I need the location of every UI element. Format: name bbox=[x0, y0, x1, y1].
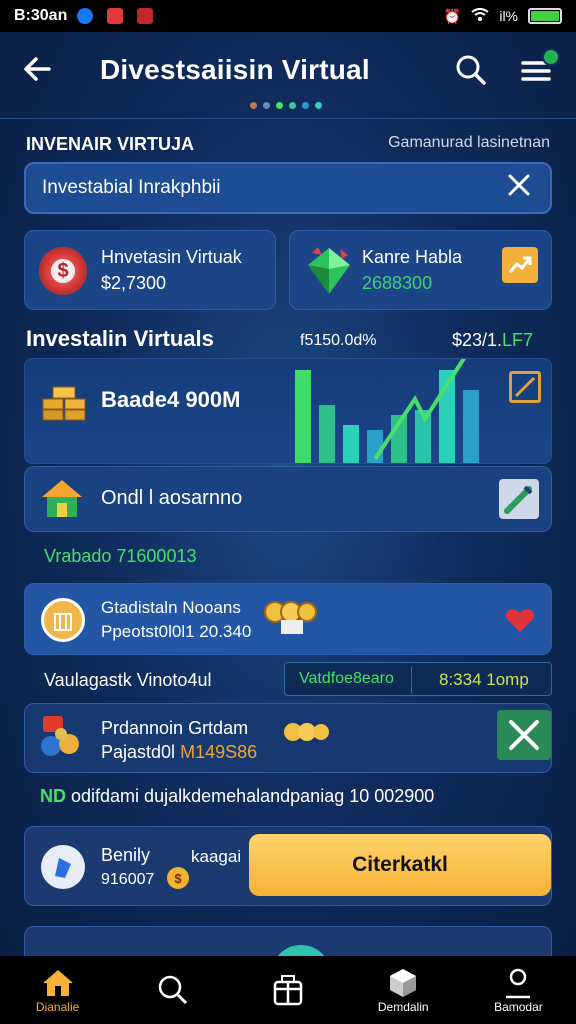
nav-cube[interactable]: Demdalin bbox=[346, 956, 461, 1024]
app-notification-icon bbox=[77, 8, 94, 24]
swap-icon[interactable] bbox=[497, 710, 551, 760]
chart-box-label: Baade4 900M bbox=[101, 387, 241, 412]
profile-icon bbox=[41, 845, 85, 889]
edit-icon[interactable] bbox=[509, 371, 541, 403]
nav-label: Bamodar bbox=[494, 1000, 543, 1014]
menu-icon[interactable] bbox=[520, 48, 560, 90]
bottom-navigation: Dianalie Demdalin Bamodar bbox=[0, 956, 576, 1024]
trend-icon[interactable] bbox=[502, 247, 538, 283]
info-prefix: ND bbox=[40, 786, 66, 806]
house-icon bbox=[39, 477, 85, 524]
item-subtitle-text: Pajastd0l bbox=[101, 742, 176, 762]
app-header: Divestsaiisin Virtual bbox=[0, 32, 576, 118]
chart-value-right: $23/1.LF7 bbox=[452, 330, 533, 351]
pencil-icon[interactable] bbox=[499, 479, 539, 519]
chart-bar bbox=[319, 405, 335, 463]
nav-profile[interactable]: Bamodar bbox=[461, 956, 576, 1024]
clear-icon[interactable] bbox=[504, 172, 534, 204]
status-right: ⏰ il% bbox=[444, 8, 562, 25]
list-item[interactable]: Prdannoin Grtdam Pajastd0l M149S86 bbox=[24, 703, 552, 773]
bottom-card-title: Benily bbox=[101, 845, 151, 865]
values-separator bbox=[411, 667, 412, 693]
item-subtitle-highlight: M149S86 bbox=[180, 742, 258, 762]
cta-button[interactable]: Citerkatkl bbox=[249, 834, 551, 896]
item-title: Prdannoin Grtdam bbox=[101, 718, 249, 738]
card-value: 2688300 bbox=[362, 273, 433, 293]
heart-icon[interactable] bbox=[505, 606, 535, 639]
row-label: Ondl l aosarnno bbox=[101, 487, 243, 509]
values-row-label: Vaulagastk Vinoto4ul bbox=[44, 670, 212, 690]
page-dot bbox=[302, 102, 309, 109]
battery-icon bbox=[528, 8, 562, 24]
chart-value-mid: f5150.0d% bbox=[300, 332, 377, 349]
money-icon: $ bbox=[39, 247, 87, 295]
bottom-card-value: 916007 bbox=[101, 871, 155, 888]
gem-card[interactable]: Kanre Habla 2688300 bbox=[289, 230, 552, 310]
chart-title: Investalin Virtuals bbox=[26, 326, 214, 351]
page-dot bbox=[263, 102, 270, 109]
page-title: Divestsaiisin Virtual bbox=[100, 54, 370, 85]
coins-icon bbox=[261, 598, 317, 643]
nav-search[interactable] bbox=[115, 956, 230, 1024]
page-dot-active bbox=[276, 102, 283, 109]
section-sublabel: Gamanurad lasinetnan bbox=[388, 134, 550, 151]
chart-bar bbox=[343, 425, 359, 463]
nav-gift[interactable] bbox=[230, 956, 345, 1024]
chart-bar bbox=[295, 370, 311, 463]
nav-label: Dianalie bbox=[35, 1000, 80, 1014]
status-green-label: Vrabado 71600013 bbox=[44, 546, 197, 566]
card-value: $2,7300 bbox=[101, 273, 167, 293]
back-arrow-icon[interactable] bbox=[22, 54, 52, 90]
app-notification-icon bbox=[107, 8, 124, 24]
coin-stack-icon bbox=[281, 718, 331, 753]
nav-home[interactable]: Dianalie bbox=[0, 956, 115, 1024]
home-icon bbox=[41, 966, 75, 1000]
nav-label: Demdalin bbox=[377, 1000, 429, 1014]
bar-chart bbox=[295, 359, 479, 463]
search-icon[interactable] bbox=[455, 54, 491, 90]
chart-panel: Baade4 900M bbox=[24, 358, 552, 464]
info-line: ND odifdami dujalkdemehalandpaniag 10 00… bbox=[40, 786, 434, 807]
notification-badge bbox=[542, 48, 560, 66]
chart-bar bbox=[463, 390, 479, 463]
values-right: 8:334 1omp bbox=[439, 670, 529, 689]
user-icon bbox=[502, 966, 534, 1000]
search-box bbox=[24, 162, 552, 214]
building-icon bbox=[41, 598, 85, 642]
card-title: Hnvetasin Virtuak bbox=[101, 247, 242, 267]
card-title: Kanre Habla bbox=[362, 247, 463, 267]
gem-icon bbox=[304, 245, 354, 302]
status-bar: B:30an ⏰ il% bbox=[0, 0, 576, 32]
header-divider bbox=[0, 118, 576, 119]
info-text: odifdami dujalkdemehalandpaniag 10 00290… bbox=[71, 786, 435, 806]
page-dot bbox=[315, 102, 322, 109]
search-icon bbox=[157, 973, 189, 1007]
message-notification-icon bbox=[137, 8, 154, 24]
page-indicator bbox=[250, 102, 322, 109]
gift-icon bbox=[272, 973, 304, 1007]
signal-icon: il% bbox=[499, 8, 518, 24]
item-subtitle: Pajastd0l M149S86 bbox=[101, 742, 257, 763]
page-dot bbox=[289, 102, 296, 109]
cube-icon bbox=[387, 966, 419, 1000]
page-dot bbox=[250, 102, 257, 109]
list-item[interactable]: Gtadistaln Nooans Ppeotst0l0l1 20.340 bbox=[24, 583, 552, 655]
values-mid: Vatdfoe8earo bbox=[299, 670, 394, 687]
item-title: Gtadistaln Nooans bbox=[101, 598, 241, 617]
search-input[interactable] bbox=[42, 177, 504, 199]
alarm-icon: ⏰ bbox=[443, 7, 462, 24]
chart-value-badge: LF7 bbox=[502, 330, 534, 350]
wifi-icon bbox=[471, 7, 489, 25]
trophy-icon bbox=[39, 714, 89, 765]
item-subtitle: Ppeotst0l0l1 20.340 bbox=[101, 622, 252, 641]
chart-value-right-text: $23/1. bbox=[452, 330, 503, 350]
values-row-box: Vatdfoe8earo 8:334 1omp bbox=[284, 662, 552, 696]
gold-bars-icon bbox=[41, 379, 89, 426]
section-label: INVENAIR VIRTUJA bbox=[26, 134, 195, 154]
balance-card[interactable]: $ Hnvetasin Virtuak $2,7300 bbox=[24, 230, 276, 310]
coin-icon: $ bbox=[167, 867, 189, 889]
wallet-row[interactable]: Ondl l aosarnno bbox=[24, 466, 552, 532]
bottom-card-subtitle: kaagai bbox=[191, 847, 242, 866]
status-time: B:30an bbox=[14, 7, 68, 24]
